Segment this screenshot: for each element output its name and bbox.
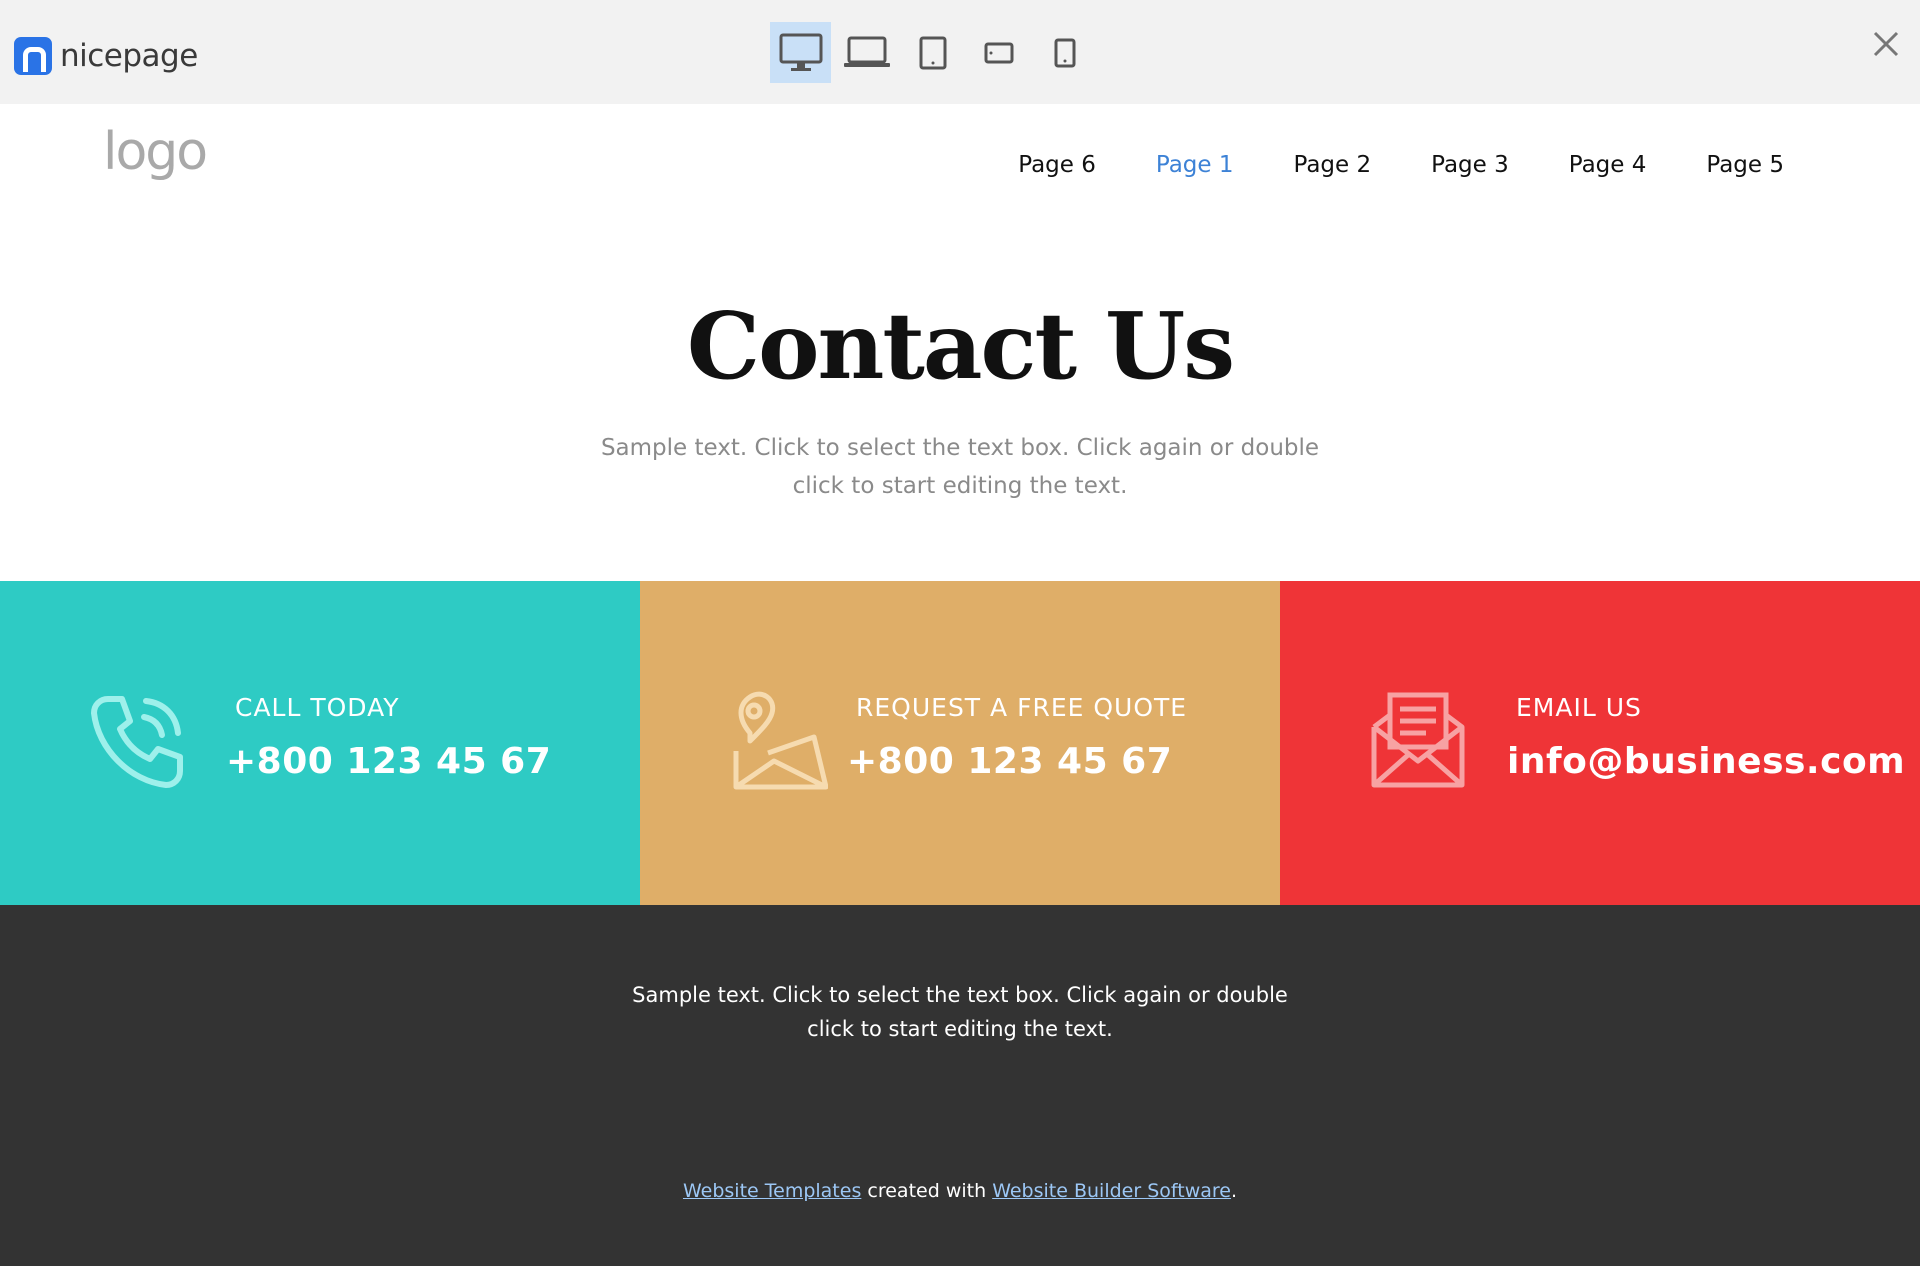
laptop-view-button[interactable] xyxy=(836,22,897,83)
footer-credit-period: . xyxy=(1230,1180,1238,1202)
desktop-view-button[interactable] xyxy=(770,22,831,83)
footer-credit: Website Templates created with Website B… xyxy=(0,1180,1920,1202)
card-value[interactable]: +800 123 45 67 xyxy=(226,741,551,782)
nav-item-page-1[interactable]: Page 1 xyxy=(1156,152,1234,178)
card-label: REQUEST A FREE QUOTE xyxy=(856,693,1188,722)
phone-landscape-view-button[interactable] xyxy=(968,22,1029,83)
nav-item-page-4[interactable]: Page 4 xyxy=(1569,152,1647,178)
page-title: Contact Us xyxy=(686,292,1235,400)
map-pin-icon xyxy=(733,691,828,790)
website-templates-link[interactable]: Website Templates xyxy=(683,1180,861,1202)
contact-cards: CALL TODAY +800 123 45 67 REQUEST A FREE… xyxy=(0,581,1920,905)
nav-item-page-3[interactable]: Page 3 xyxy=(1431,152,1509,178)
tablet-icon xyxy=(919,36,946,69)
nav-item-page-6[interactable]: Page 6 xyxy=(1018,152,1096,178)
site-footer: Sample text. Click to select the text bo… xyxy=(0,905,1920,1266)
call-card: CALL TODAY +800 123 45 67 xyxy=(0,581,640,905)
site-logo[interactable]: logo xyxy=(103,126,208,178)
envelope-icon xyxy=(1371,692,1465,788)
card-value[interactable]: info@business.com xyxy=(1507,741,1905,782)
desktop-icon xyxy=(779,33,822,71)
site-header: logo Page 6 Page 1 Page 2 Page 3 Page 4 … xyxy=(0,104,1920,224)
phone-landscape-icon xyxy=(984,42,1013,63)
email-card: EMAIL US info@business.com xyxy=(1280,581,1920,905)
preview-toolbar: nicepage xyxy=(0,0,1920,104)
hero-section: Contact Us Sample text. Click to select … xyxy=(0,224,1920,581)
hero-text: Sample text. Click to select the text bo… xyxy=(600,435,1320,499)
phone-icon xyxy=(91,696,183,788)
card-label: EMAIL US xyxy=(1516,693,1642,722)
phone-view-button[interactable] xyxy=(1034,22,1095,83)
brand[interactable]: nicepage xyxy=(14,36,198,76)
close-preview-button[interactable] xyxy=(1868,26,1904,62)
tablet-view-button[interactable] xyxy=(902,22,963,83)
quote-card: REQUEST A FREE QUOTE +800 123 45 67 xyxy=(640,581,1280,905)
main-nav: Page 6 Page 1 Page 2 Page 3 Page 4 Page … xyxy=(958,152,1784,178)
device-switcher xyxy=(770,22,1100,83)
footer-credit-text: created with xyxy=(867,1180,987,1202)
close-icon xyxy=(1873,31,1899,57)
phone-icon xyxy=(1054,38,1075,67)
card-label: CALL TODAY xyxy=(235,693,400,722)
nav-item-page-2[interactable]: Page 2 xyxy=(1294,152,1372,178)
card-value[interactable]: +800 123 45 67 xyxy=(847,741,1172,782)
brand-name: nicepage xyxy=(60,38,198,74)
website-builder-link[interactable]: Website Builder Software xyxy=(992,1180,1231,1202)
footer-text: Sample text. Click to select the text bo… xyxy=(632,983,1288,1041)
nicepage-logo-icon xyxy=(14,37,52,75)
laptop-icon xyxy=(843,36,890,67)
nav-item-page-5[interactable]: Page 5 xyxy=(1706,152,1784,178)
